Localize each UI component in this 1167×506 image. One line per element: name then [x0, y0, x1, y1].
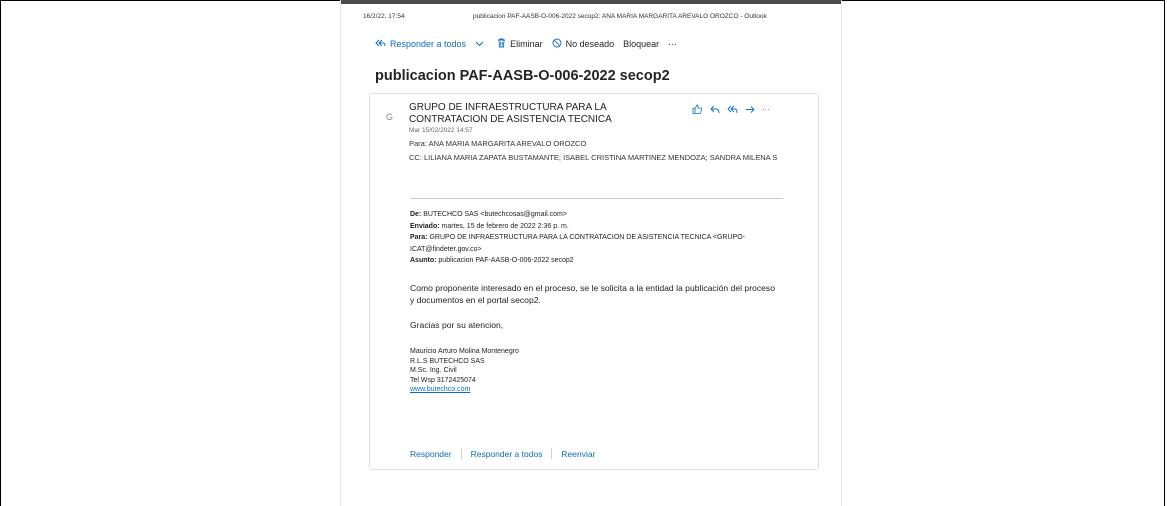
forwarded-subject: Asunto: publicacion PAF-AASB-O-006-2022 …	[410, 257, 574, 264]
signature-name: Mauricio Arturo Molina Montenegro	[410, 348, 519, 355]
footer-reply-all-button[interactable]: Responder a todos	[471, 449, 543, 459]
more-icon: ···	[668, 39, 678, 49]
print-top-bar	[341, 0, 841, 4]
signature-website-link[interactable]: www.butechco.com	[410, 386, 470, 393]
delete-button[interactable]: Eliminar	[497, 38, 543, 50]
junk-button[interactable]: No deseado	[552, 38, 615, 50]
cc-line: CC: LILIANA MARIA ZAPATA BUSTAMANTE; ISA…	[409, 153, 819, 162]
print-date: 16/2/22, 17:54	[363, 13, 405, 20]
to-recipient[interactable]: ANA MARIA MARGARITA AREVALO OROZCO	[429, 139, 587, 148]
thumbs-up-icon	[692, 104, 703, 114]
junk-label: No deseado	[565, 39, 615, 49]
message-card: G GRUPO DE INFRAESTRUCTURA PARA LA CONTR…	[369, 93, 819, 470]
email-subject: publicacion PAF-AASB-O-006-2022 secop2	[375, 68, 670, 84]
footer-forward-button[interactable]: Reenviar	[561, 449, 595, 459]
like-button[interactable]	[692, 104, 703, 114]
delete-label: Eliminar	[510, 39, 543, 49]
forwarded-from: De: BUTECHCO SAS <butechcosas@gmail.com>	[410, 211, 567, 218]
print-title: publicacion PAF-AASB-O-006-2022 secop2: …	[473, 13, 767, 20]
footer-reply-button[interactable]: Responder	[410, 449, 452, 459]
email-date: Mar 15/02/2022 14:57	[409, 127, 473, 134]
trash-icon	[497, 38, 510, 50]
chevron-down-icon	[475, 39, 488, 49]
block-button[interactable]: Bloquear	[623, 39, 659, 49]
reply-button[interactable]	[710, 105, 720, 114]
message-actions: ···	[692, 104, 784, 114]
footer-separator	[551, 448, 553, 459]
forwarded-header: De: BUTECHCO SAS <butechcosas@gmail.com>…	[410, 209, 780, 267]
printed-email-page: 16/2/22, 17:54 publicacion PAF-AASB-O-00…	[340, 0, 842, 506]
more-icon: ···	[762, 104, 770, 114]
forwarded-sent: Enviado: martes, 15 de febrero de 2022 2…	[410, 222, 569, 230]
to-label: Para:	[409, 139, 427, 148]
body-closing: Gracias por su atencion,	[410, 320, 504, 330]
cc-recipients[interactable]: LILIANA MARIA ZAPATA BUSTAMANTE; ISABEL …	[424, 153, 777, 162]
signature: Mauricio Arturo Molina Montenegro R.L.S …	[410, 347, 519, 395]
more-actions-button[interactable]: ···	[762, 105, 777, 114]
signature-phone: Tel Wsp 3172425074	[410, 376, 476, 384]
cc-label: CC:	[409, 153, 422, 162]
forwarded-to: Para: GRUPO DE INFRAESTRUCTURA PARA LA C…	[410, 234, 745, 253]
reply-footer: Responder Responder a todos Reenviar	[410, 448, 595, 459]
reply-all-action-button[interactable]	[727, 105, 738, 114]
sender-name: GRUPO DE INFRAESTRUCTURA PARA LA CONTRAT…	[409, 102, 612, 125]
block-circle-icon	[552, 38, 566, 50]
reply-all-dropdown[interactable]	[475, 39, 488, 49]
reply-all-button[interactable]: Responder a todos	[375, 39, 466, 50]
message-toolbar: Responder a todos Eliminar No deseado Bl…	[375, 36, 686, 52]
quote-divider	[410, 198, 783, 199]
signature-degree: M.Sc. Ing. Civil	[410, 367, 457, 374]
reply-all-icon	[375, 39, 390, 50]
forward-arrow-icon	[746, 105, 755, 113]
reply-icon	[710, 105, 720, 113]
reply-all-label: Responder a todos	[390, 39, 467, 49]
signature-role: R.L.S BUTECHCO SAS	[410, 357, 485, 365]
more-options-button[interactable]: ···	[668, 39, 677, 49]
body-paragraph: Como proponente interesado en el proceso…	[410, 283, 775, 305]
reply-all-icon	[727, 105, 738, 113]
forward-button[interactable]	[745, 105, 755, 114]
avatar: G	[386, 112, 394, 122]
to-line: Para: ANA MARIA MARGARITA AREVALO OROZCO	[409, 139, 586, 148]
footer-separator	[460, 448, 462, 459]
block-label: Bloquear	[623, 39, 660, 49]
